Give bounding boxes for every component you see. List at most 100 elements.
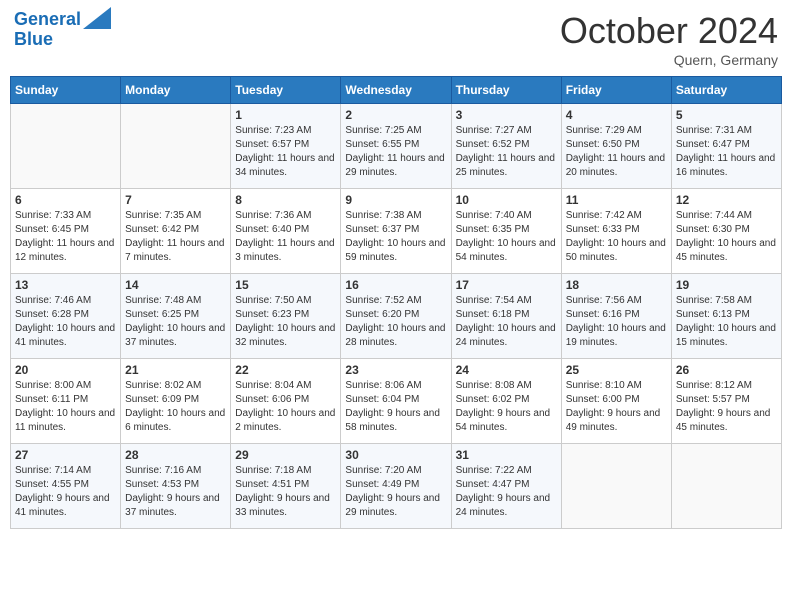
day-info: Sunrise: 7:35 AM Sunset: 6:42 PM Dayligh… <box>125 209 226 265</box>
calendar-day-cell: 10 Sunrise: 7:40 AM Sunset: 6:35 PM Dayli… <box>451 189 561 274</box>
calendar-day-cell: 23Sunrise: 8:06 AM Sunset: 6:04 PM Dayli… <box>341 359 451 444</box>
day-info: Sunrise: 7:14 AM Sunset: 4:55 PM Dayligh… <box>15 464 116 520</box>
day-number: 9 <box>345 193 446 207</box>
day-info: Sunrise: 7:48 AM Sunset: 6:25 PM Dayligh… <box>125 294 226 350</box>
weekday-header-cell: Monday <box>121 77 231 104</box>
day-number: 3 <box>456 108 557 122</box>
day-number: 6 <box>15 193 116 207</box>
weekday-header-row: SundayMondayTuesdayWednesdayThursdayFrid… <box>11 77 782 104</box>
day-number: 7 <box>125 193 226 207</box>
day-info: Sunrise: 7:29 AM Sunset: 6:50 PM Dayligh… <box>566 124 667 180</box>
day-number: 25 <box>566 363 667 377</box>
logo-text: General <box>14 10 81 30</box>
day-number: 30 <box>345 448 446 462</box>
day-number: 16 <box>345 278 446 292</box>
day-number: 22 <box>235 363 336 377</box>
calendar-day-cell: 17 Sunrise: 7:54 AM Sunset: 6:18 PM Dayli… <box>451 274 561 359</box>
day-number: 1 <box>235 108 336 122</box>
weekday-header-cell: Wednesday <box>341 77 451 104</box>
weekday-header-cell: Friday <box>561 77 671 104</box>
day-number: 17 <box>456 278 557 292</box>
calendar-day-cell: 24Sunrise: 8:08 AM Sunset: 6:02 PM Dayli… <box>451 359 561 444</box>
day-info: Sunrise: 7:52 AM Sunset: 6:20 PM Dayligh… <box>345 294 446 350</box>
calendar-day-cell: 7 Sunrise: 7:35 AM Sunset: 6:42 PM Daylig… <box>121 189 231 274</box>
day-number: 26 <box>676 363 777 377</box>
day-info: Sunrise: 7:54 AM Sunset: 6:18 PM Dayligh… <box>456 294 557 350</box>
calendar-day-cell: 27 Sunrise: 7:14 AM Sunset: 4:55 PM Dayli… <box>11 444 121 529</box>
calendar-day-cell: 6 Sunrise: 7:33 AM Sunset: 6:45 PM Daylig… <box>11 189 121 274</box>
day-number: 2 <box>345 108 446 122</box>
day-number: 13 <box>15 278 116 292</box>
calendar-day-cell <box>121 104 231 189</box>
day-number: 11 <box>566 193 667 207</box>
logo-icon <box>83 7 111 29</box>
day-info: Sunrise: 7:33 AM Sunset: 6:45 PM Dayligh… <box>15 209 116 265</box>
calendar-day-cell: 13 Sunrise: 7:46 AM Sunset: 6:28 PM Dayli… <box>11 274 121 359</box>
day-number: 21 <box>125 363 226 377</box>
calendar-day-cell: 31 Sunrise: 7:22 AM Sunset: 4:47 PM Dayli… <box>451 444 561 529</box>
weekday-header-cell: Thursday <box>451 77 561 104</box>
day-number: 29 <box>235 448 336 462</box>
calendar-day-cell: 19 Sunrise: 7:58 AM Sunset: 6:13 PM Dayli… <box>671 274 781 359</box>
day-number: 19 <box>676 278 777 292</box>
day-info: Sunrise: 7:25 AM Sunset: 6:55 PM Dayligh… <box>345 124 446 180</box>
calendar-day-cell: 4 Sunrise: 7:29 AM Sunset: 6:50 PM Daylig… <box>561 104 671 189</box>
location: Quern, Germany <box>560 52 778 68</box>
day-info: Sunrise: 7:31 AM Sunset: 6:47 PM Dayligh… <box>676 124 777 180</box>
calendar-day-cell: 12 Sunrise: 7:44 AM Sunset: 6:30 PM Dayli… <box>671 189 781 274</box>
day-info: Sunrise: 7:27 AM Sunset: 6:52 PM Dayligh… <box>456 124 557 180</box>
day-info: Sunrise: 7:42 AM Sunset: 6:33 PM Dayligh… <box>566 209 667 265</box>
calendar-day-cell: 28 Sunrise: 7:16 AM Sunset: 4:53 PM Dayli… <box>121 444 231 529</box>
calendar-day-cell: 16 Sunrise: 7:52 AM Sunset: 6:20 PM Dayli… <box>341 274 451 359</box>
weekday-header-cell: Saturday <box>671 77 781 104</box>
day-info: Sunrise: 7:18 AM Sunset: 4:51 PM Dayligh… <box>235 464 336 520</box>
day-number: 4 <box>566 108 667 122</box>
day-info: Sunrise: 7:22 AM Sunset: 4:47 PM Dayligh… <box>456 464 557 520</box>
day-info: Sunrise: 7:50 AM Sunset: 6:23 PM Dayligh… <box>235 294 336 350</box>
calendar-day-cell: 30 Sunrise: 7:20 AM Sunset: 4:49 PM Dayli… <box>341 444 451 529</box>
calendar-day-cell <box>671 444 781 529</box>
day-info: Sunrise: 7:44 AM Sunset: 6:30 PM Dayligh… <box>676 209 777 265</box>
day-info: Sunrise: 7:40 AM Sunset: 6:35 PM Dayligh… <box>456 209 557 265</box>
calendar-table: SundayMondayTuesdayWednesdayThursdayFrid… <box>10 76 782 529</box>
title-area: October 2024 Quern, Germany <box>560 10 778 68</box>
day-info: Sunrise: 8:02 AM Sunset: 6:09 PM Dayligh… <box>125 379 226 435</box>
calendar-week-row: 27 Sunrise: 7:14 AM Sunset: 4:55 PM Dayli… <box>11 444 782 529</box>
calendar-day-cell: 8Sunrise: 7:36 AM Sunset: 6:40 PM Daylig… <box>231 189 341 274</box>
calendar-day-cell: 29 Sunrise: 7:18 AM Sunset: 4:51 PM Dayli… <box>231 444 341 529</box>
calendar-body: 1Sunrise: 7:23 AM Sunset: 6:57 PM Daylig… <box>11 104 782 529</box>
day-number: 5 <box>676 108 777 122</box>
day-info: Sunrise: 7:58 AM Sunset: 6:13 PM Dayligh… <box>676 294 777 350</box>
calendar-day-cell: 26 Sunrise: 8:12 AM Sunset: 5:57 PM Dayli… <box>671 359 781 444</box>
calendar-day-cell: 21 Sunrise: 8:02 AM Sunset: 6:09 PM Dayli… <box>121 359 231 444</box>
calendar-day-cell: 1Sunrise: 7:23 AM Sunset: 6:57 PM Daylig… <box>231 104 341 189</box>
day-info: Sunrise: 7:16 AM Sunset: 4:53 PM Dayligh… <box>125 464 226 520</box>
calendar-day-cell: 22Sunrise: 8:04 AM Sunset: 6:06 PM Dayli… <box>231 359 341 444</box>
day-info: Sunrise: 7:46 AM Sunset: 6:28 PM Dayligh… <box>15 294 116 350</box>
logo-blue-text: Blue <box>14 30 53 50</box>
day-number: 12 <box>676 193 777 207</box>
day-number: 27 <box>15 448 116 462</box>
day-info: Sunrise: 7:38 AM Sunset: 6:37 PM Dayligh… <box>345 209 446 265</box>
day-info: Sunrise: 7:20 AM Sunset: 4:49 PM Dayligh… <box>345 464 446 520</box>
calendar-day-cell <box>11 104 121 189</box>
day-info: Sunrise: 7:36 AM Sunset: 6:40 PM Dayligh… <box>235 209 336 265</box>
day-number: 31 <box>456 448 557 462</box>
calendar-week-row: 13 Sunrise: 7:46 AM Sunset: 6:28 PM Dayli… <box>11 274 782 359</box>
day-info: Sunrise: 8:06 AM Sunset: 6:04 PM Dayligh… <box>345 379 446 435</box>
weekday-header-cell: Sunday <box>11 77 121 104</box>
day-info: Sunrise: 8:12 AM Sunset: 5:57 PM Dayligh… <box>676 379 777 435</box>
day-info: Sunrise: 8:00 AM Sunset: 6:11 PM Dayligh… <box>15 379 116 435</box>
calendar-day-cell: 15Sunrise: 7:50 AM Sunset: 6:23 PM Dayli… <box>231 274 341 359</box>
day-number: 24 <box>456 363 557 377</box>
calendar-day-cell: 25 Sunrise: 8:10 AM Sunset: 6:00 PM Dayli… <box>561 359 671 444</box>
month-title: October 2024 <box>560 10 778 52</box>
day-number: 14 <box>125 278 226 292</box>
calendar-day-cell: 11 Sunrise: 7:42 AM Sunset: 6:33 PM Dayli… <box>561 189 671 274</box>
day-number: 28 <box>125 448 226 462</box>
day-info: Sunrise: 8:10 AM Sunset: 6:00 PM Dayligh… <box>566 379 667 435</box>
day-info: Sunrise: 7:56 AM Sunset: 6:16 PM Dayligh… <box>566 294 667 350</box>
calendar-day-cell: 18Sunrise: 7:56 AM Sunset: 6:16 PM Dayli… <box>561 274 671 359</box>
day-number: 10 <box>456 193 557 207</box>
calendar-day-cell: 14 Sunrise: 7:48 AM Sunset: 6:25 PM Dayli… <box>121 274 231 359</box>
